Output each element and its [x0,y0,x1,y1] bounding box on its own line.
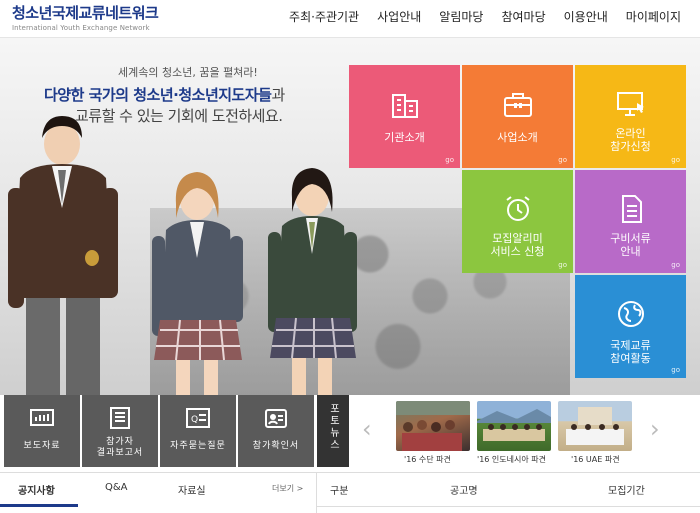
tile-programs[interactable]: 사업소개 go [462,65,573,168]
quick-label: 자주묻는질문 [170,441,226,451]
tile-documents[interactable]: 구비서류 안내 go [575,170,686,273]
tile-label: 모집알리미 서비스 신청 [490,232,545,258]
photo-indonesia-group [477,409,551,441]
tile-label: 사업소개 [497,131,538,144]
nav-item-hosts[interactable]: 주최·주관기관 [280,8,368,25]
tile-go: go [445,156,454,164]
tile-go: go [671,156,680,164]
girl-figure-right [268,168,357,395]
photo-news-thumb-sudan[interactable] [396,401,470,451]
photo-uae-group [566,407,624,445]
logo-text: 청소년국제교류네트워크 [12,4,159,22]
quick-links-strip: 보도자료 참가자 결과보고서 Q 자주묻는질문 참가확인서 포토뉴스 ‹ › '… [0,395,700,467]
quick-participation-cert[interactable]: 참가확인서 [238,395,314,467]
tab-notices[interactable]: 공지사항 [18,482,55,497]
document-icon [621,195,642,223]
tile-label: 온라인 참가신청 [610,127,651,153]
quick-label: 보도자료 [23,441,61,451]
tile-label: 구비서류 안내 [610,232,651,258]
photo-news-next-arrow[interactable]: › [650,415,660,443]
tab-qna[interactable]: Q&A [105,482,128,493]
building-icon [391,94,418,118]
tile-go: go [671,261,680,269]
tile-exchange-activities[interactable]: 국제교류 참여활동 go [575,275,686,378]
hero-subtitle: 세계속의 청소년, 꿈을 펼쳐라! [118,66,258,79]
hero-title-tail: 과 [271,86,285,104]
hero-banner: 세계속의 청소년, 꿈을 펼쳐라! 다양한 국가의 청소년·청소년지도자들과 교… [0,38,700,395]
board-section: 공지사항 Q&A 자료실 더보기 > 구분 공고명 모집기간 [0,472,700,513]
nav-item-notices[interactable]: 알림마당 [430,8,492,25]
service-tiles: 기관소개 go 사업소개 go 온라인 참가신청 go 모집알리미 서비스 신청… [349,65,687,378]
active-tab-indicator [0,504,78,507]
tile-go: go [671,366,680,374]
photo-news-thumb-uae[interactable] [558,401,632,451]
site-header: 청소년국제교류네트워크 International Youth Exchange… [0,0,700,38]
globe-icon [617,301,644,327]
chart-icon [30,409,54,426]
photo-news-thumb-indonesia[interactable] [477,401,551,451]
tile-label: 국제교류 참여활동 [610,339,651,365]
quick-press-release[interactable]: 보도자료 [4,395,80,467]
column-header-title: 공고명 [450,486,478,497]
id-badge-icon [265,409,287,428]
photo-news-label: 포토뉴스 [317,395,349,467]
hero-title: 다양한 국가의 청소년·청소년지도자들과 [44,84,285,105]
report-icon [110,407,130,429]
more-link[interactable]: 더보기 > [272,483,303,494]
faq-icon: Q [186,408,210,428]
alarm-clock-icon [505,196,530,221]
recruit-table-header: 구분 공고명 모집기간 [316,473,700,507]
nav-item-mypage[interactable]: 마이페이지 [617,8,690,25]
photo-news-caption: '16 인도네시아 파견 [477,455,546,464]
tile-online-apply[interactable]: 온라인 참가신청 go [575,65,686,168]
tile-label: 기관소개 [384,131,425,144]
tile-recruit-alert[interactable]: 모집알리미 서비스 신청 go [462,170,573,273]
girl-figure-left [152,172,243,395]
photo-news-caption: '16 UAE 파견 [571,455,620,464]
photo-sudan-group [396,401,470,451]
column-header-category: 구분 [330,486,349,497]
quick-faq[interactable]: Q 자주묻는질문 [160,395,236,467]
boy-figure [8,116,118,395]
quick-label: 참가확인서 [252,441,300,451]
tile-go: go [558,156,567,164]
photo-news-caption: '16 수단 파견 [404,455,451,464]
tile-about-org[interactable]: 기관소개 go [349,65,460,168]
quick-label: 참가자 결과보고서 [96,437,144,458]
briefcase-icon [503,93,532,117]
logo-tagline: International Youth Exchange Network [12,24,150,32]
column-header-period: 모집기간 [608,486,645,497]
nav-item-programs[interactable]: 사업안내 [368,8,430,25]
photo-news-prev-arrow[interactable]: ‹ [362,415,372,443]
quick-result-report[interactable]: 참가자 결과보고서 [82,395,158,467]
photo-news-text: 포토뉴스 [327,403,339,451]
tab-library[interactable]: 자료실 [178,482,206,497]
hero-title-main: 다양한 국가의 청소년·청소년지도자들 [44,86,272,104]
tile-go: go [558,261,567,269]
monitor-cursor-icon [616,92,644,116]
nav-item-guide[interactable]: 이용안내 [555,8,617,25]
nav-item-participation[interactable]: 참여마당 [492,8,554,25]
svg-text:Q: Q [191,415,198,425]
main-nav: 주최·주관기관 사업안내 알림마당 참여마당 이용안내 마이페이지 [280,8,690,25]
site-logo[interactable]: 청소년국제교류네트워크 International Youth Exchange… [12,2,159,32]
